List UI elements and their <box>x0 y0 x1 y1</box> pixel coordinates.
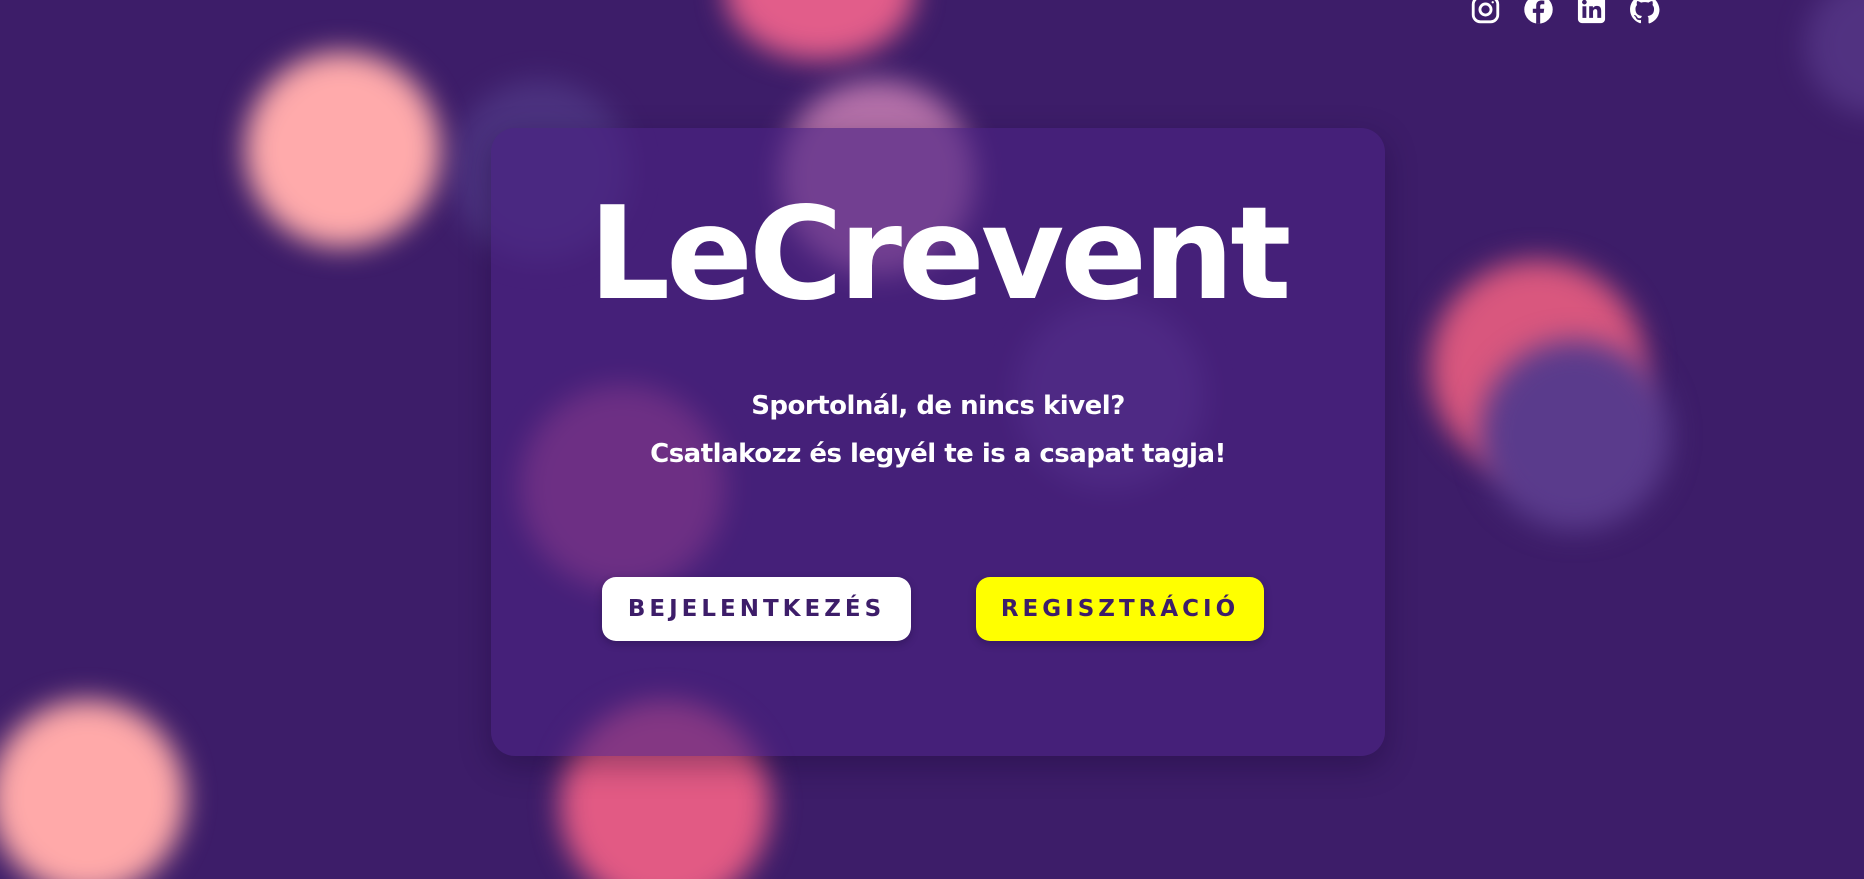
brand-logo-title: LeCrevent <box>588 180 1292 329</box>
login-button[interactable]: BEJELENTKEZÉS <box>602 577 911 641</box>
bokeh-circle <box>0 700 185 879</box>
social-links <box>1470 0 1660 25</box>
bokeh-circle <box>1480 340 1670 530</box>
linkedin-icon[interactable] <box>1576 0 1607 25</box>
hero-tagline-invite: Csatlakozz és legyél te is a csapat tagj… <box>650 439 1226 469</box>
github-icon[interactable] <box>1629 0 1660 25</box>
facebook-icon[interactable] <box>1523 0 1554 25</box>
register-button[interactable]: REGISZTRÁCIÓ <box>976 577 1264 641</box>
hero-card: LeCrevent Sportolnál, de nincs kivel? Cs… <box>491 128 1385 756</box>
bokeh-circle <box>1805 0 1864 115</box>
instagram-icon[interactable] <box>1470 0 1501 25</box>
hero-tagline-question: Sportolnál, de nincs kivel? <box>751 391 1125 421</box>
bokeh-circle <box>245 52 440 247</box>
bokeh-circle <box>725 0 915 60</box>
